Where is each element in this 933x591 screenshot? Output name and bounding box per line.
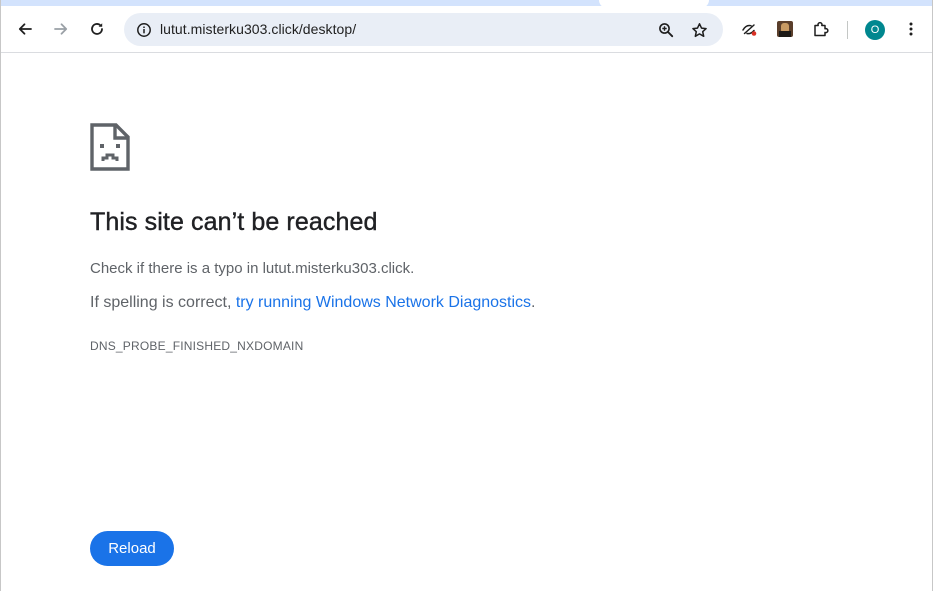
extension-avatar-icon[interactable] [777, 21, 793, 37]
star-icon [691, 22, 707, 37]
tracking-protection-button[interactable] [734, 14, 764, 44]
diagnostics-hint-prefix: If spelling is correct, [90, 294, 236, 311]
puzzle-icon [814, 21, 829, 37]
site-info-icon [137, 23, 151, 37]
error-page: This site can’t be reached Check if ther… [1, 54, 932, 591]
diagnostics-hint-suffix: . [531, 294, 536, 311]
site-info-button[interactable] [131, 17, 157, 43]
profile-initial: O [870, 24, 880, 36]
browser-toolbar: lutut.misterku303.click/desktop/ O [1, 6, 932, 53]
url-text[interactable]: lutut.misterku303.click/desktop/ [160, 21, 356, 37]
reload-icon [91, 23, 103, 35]
eye-slash-icon [741, 23, 756, 36]
network-diagnostics-link[interactable]: try running Windows Network Diagnostics [236, 294, 531, 311]
extensions-button[interactable] [806, 14, 836, 44]
error-code: DNS_PROBE_FINISHED_NXDOMAIN [90, 339, 304, 353]
bookmark-button[interactable] [686, 17, 712, 43]
reload-toolbar-button[interactable] [82, 14, 112, 44]
zoom-button[interactable] [653, 17, 679, 43]
forward-arrow-icon [54, 23, 68, 35]
sad-document-icon [90, 123, 130, 171]
typo-hint: Check if there is a typo in lutut.mister… [90, 260, 415, 277]
error-title: This site can’t be reached [90, 208, 378, 236]
profile-avatar[interactable]: O [865, 20, 885, 40]
kebab-menu-icon [909, 22, 913, 36]
address-bar[interactable]: lutut.misterku303.click/desktop/ [124, 13, 723, 46]
diagnostics-hint: If spelling is correct, try running Wind… [90, 294, 536, 312]
browser-menu-button[interactable] [896, 14, 926, 44]
toolbar-divider [847, 21, 848, 39]
forward-button[interactable] [46, 14, 76, 44]
back-button[interactable] [10, 14, 40, 44]
reload-button[interactable]: Reload [90, 531, 174, 566]
back-arrow-icon [18, 23, 32, 35]
zoom-icon [659, 23, 674, 38]
browser-window: lutut.misterku303.click/desktop/ O This … [0, 0, 933, 591]
